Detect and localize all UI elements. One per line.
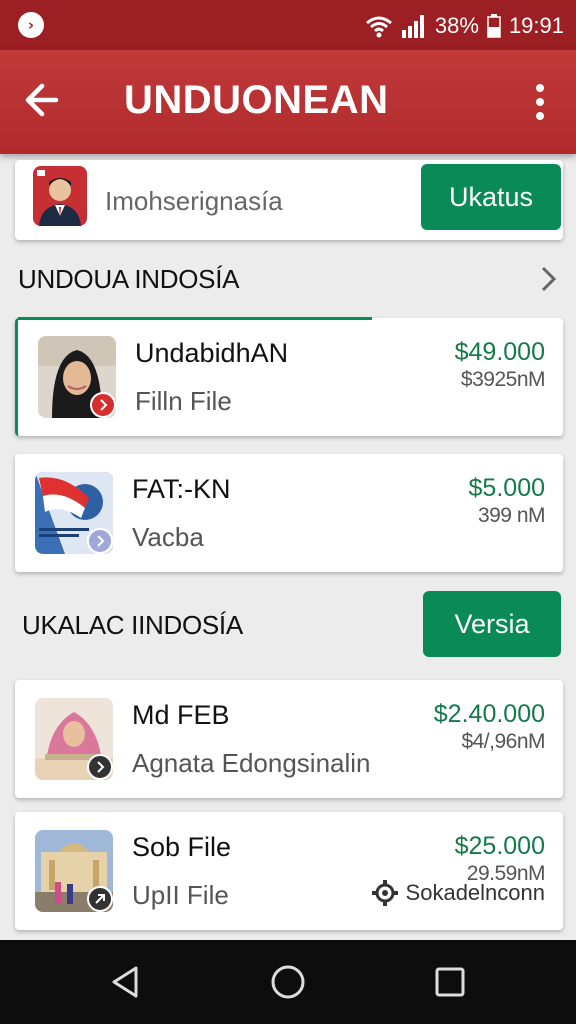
update-button[interactable]: Ukatus (421, 164, 561, 230)
section-title: UKALAC IINDOSÍA (22, 610, 243, 640)
item-name: Sob File (132, 832, 232, 862)
search-card: Imohserignasía Ukatus (15, 160, 563, 240)
download-progress-bar (18, 317, 373, 320)
nav-recents-icon[interactable] (430, 962, 470, 1002)
gear-icon (371, 880, 398, 906)
status-icons: 38% 19:91 (365, 12, 564, 40)
item-subtitle: Filln File (135, 386, 232, 416)
item-subtitle: Vacba (132, 522, 204, 552)
play-badge-icon (90, 392, 116, 418)
back-arrow-icon[interactable] (22, 80, 62, 120)
app-notification-icon: › (18, 12, 44, 38)
nav-back-icon[interactable] (106, 962, 146, 1002)
list-item[interactable]: Md FEB Agnata Edongsinalin $2.40.000 $4/… (15, 680, 563, 798)
version-button[interactable]: Versia (423, 591, 561, 657)
item-old-price: $4/,96nM (461, 730, 545, 753)
page-title: UNDUONEAN (124, 78, 389, 122)
item-price: $5.000 (468, 474, 545, 502)
list-item[interactable]: UndabidhAN Filln File $49.000 $3925nM (15, 317, 563, 436)
more-vert-icon[interactable] (528, 82, 552, 122)
battery-percent: 38% (434, 13, 479, 38)
list-item[interactable]: Sob File UpII File $25.000 29.59nM Sokad… (15, 812, 563, 930)
signal-icon (401, 15, 424, 38)
chevron-right-icon[interactable] (538, 264, 560, 294)
item-extra[interactable]: Sokadelnconn (371, 880, 545, 906)
item-old-price: 399 nM (477, 504, 546, 527)
section-title: UNDOUA INDOSÍA (18, 264, 240, 294)
item-subtitle: UpII File (132, 880, 229, 910)
search-input[interactable]: Imohserignasía (105, 186, 283, 217)
app-bar: UNDUONEAN (0, 50, 576, 154)
item-name: Md FEB (132, 700, 230, 730)
item-subtitle: Agnata Edongsinalin (132, 748, 371, 778)
wifi-icon (365, 16, 392, 38)
item-old-price: $3925nM (460, 368, 546, 391)
system-nav-bar (0, 940, 576, 1024)
item-extra-label: Sokadelnconn (405, 880, 545, 905)
clock: 19:91 (508, 13, 564, 38)
list-item[interactable]: FAT:-KN Vacba $5.000 399 nM (15, 454, 563, 572)
item-price: $25.000 (454, 832, 545, 860)
avatar[interactable] (33, 166, 87, 226)
item-name: UndabidhAN (135, 338, 289, 368)
nav-home-icon[interactable] (268, 962, 308, 1002)
status-bar: › 38% 19:91 (0, 0, 576, 50)
battery-icon (487, 14, 501, 38)
item-name: FAT:-KN (132, 474, 231, 504)
play-badge-icon (87, 886, 113, 912)
item-price: $2.40.000 (433, 700, 545, 728)
play-badge-icon (87, 528, 113, 554)
play-badge-icon (87, 754, 113, 780)
item-price: $49.000 (454, 338, 545, 366)
